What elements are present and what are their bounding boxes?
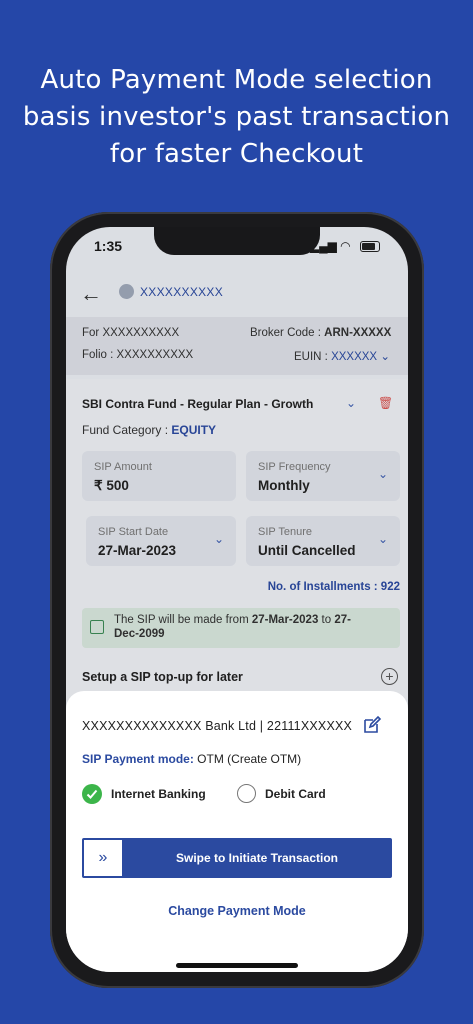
- swipe-label: Swipe to Initiate Transaction: [175, 851, 339, 865]
- internet-banking-radio[interactable]: [82, 784, 102, 804]
- headline: Auto Payment Mode selection basis invest…: [0, 62, 473, 173]
- change-payment-mode-link[interactable]: Change Payment Mode: [66, 904, 408, 918]
- headline-line-2: basis investor's past transaction: [22, 102, 451, 132]
- phone-screen: 1:35 ▂▄▆ ◠ ← XXXXXXXXXX For XXXXXXXXXX F…: [66, 227, 408, 972]
- headline-line-1: Auto Payment Mode selection: [40, 65, 433, 95]
- check-icon: [86, 789, 98, 799]
- double-chevron-right-icon[interactable]: »: [84, 840, 122, 876]
- debit-card-radio[interactable]: [237, 784, 256, 803]
- payment-mode-label: SIP Payment mode:: [82, 752, 194, 766]
- home-indicator: [176, 963, 298, 968]
- internet-banking-label[interactable]: Internet Banking: [111, 787, 206, 801]
- payment-mode-value: OTM (Create OTM): [197, 752, 302, 766]
- payment-mode: SIP Payment mode: OTM (Create OTM): [82, 752, 301, 766]
- bank-account: XXXXXXXXXXXXXX Bank Ltd | 22111XXXXXX: [82, 719, 353, 733]
- edit-icon[interactable]: [362, 715, 382, 735]
- swipe-to-initiate-slider[interactable]: » Swipe to Initiate Transaction: [82, 838, 392, 878]
- debit-card-label[interactable]: Debit Card: [265, 787, 326, 801]
- payment-bottom-sheet: XXXXXXXXXXXXXX Bank Ltd | 22111XXXXXX SI…: [66, 691, 408, 972]
- headline-line-3: for faster Checkout: [109, 139, 364, 169]
